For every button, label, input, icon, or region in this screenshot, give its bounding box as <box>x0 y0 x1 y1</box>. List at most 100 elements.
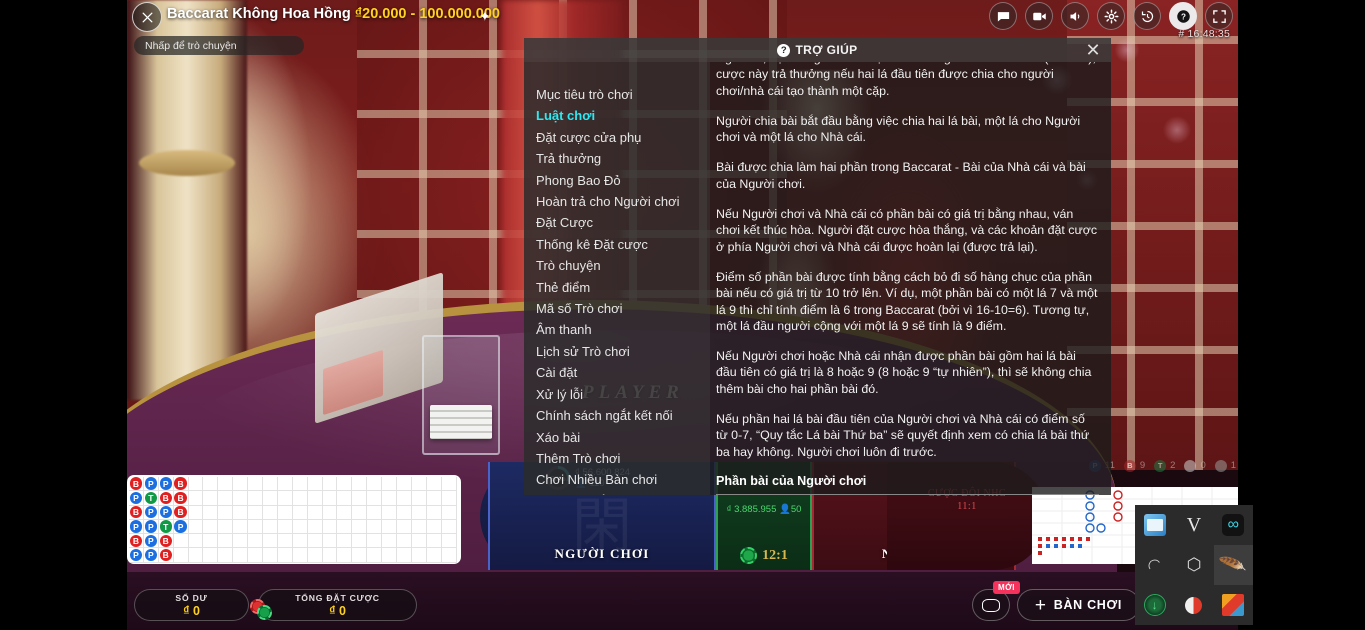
bead-cell <box>263 477 278 492</box>
bead-cell: P <box>158 477 174 492</box>
wifi-icon: ◜◝ <box>1145 554 1165 576</box>
bead-cell <box>218 477 234 492</box>
total-bet-value: ₫ 0 <box>329 603 346 618</box>
total-bet-caption: TỔNG ĐẶT CƯỢC <box>295 592 380 603</box>
bead-cell <box>426 519 442 535</box>
bead-cell: P <box>143 534 159 549</box>
widget-wifi[interactable]: ◜◝ <box>1135 545 1174 585</box>
help-nav-chinh-sach-ngat-ket-noi[interactable]: Chính sách ngắt kết nối <box>532 405 710 426</box>
stat-banker: B 9 <box>1123 459 1145 472</box>
widget-ccleaner[interactable] <box>1174 585 1213 625</box>
help-nav-cac-phim-tat[interactable]: Các phím tắt <box>532 491 710 495</box>
bead-cell <box>411 477 427 492</box>
tie-bet-info: ₫ 3.885.955 👤50 <box>726 504 802 515</box>
help-nav-phong-bao-do[interactable]: Phong Bao Đỏ <box>532 170 710 191</box>
widget-mail[interactable] <box>1135 505 1174 545</box>
chat-input[interactable]: Nhấp để trò chuyện <box>134 36 304 55</box>
bead-cell <box>277 505 293 520</box>
history-icon[interactable] <box>1133 2 1161 30</box>
bead-cell <box>322 505 338 520</box>
bead-T: T <box>159 520 172 533</box>
widget-hexagon[interactable]: ⬡ <box>1174 545 1213 585</box>
chat-icon[interactable] <box>989 2 1017 30</box>
tie-payout: 12:1 <box>718 547 810 564</box>
help-nav-the-diem[interactable]: Thẻ điểm <box>532 277 710 298</box>
help-nav-cai-dat[interactable]: Cài đặt <box>532 362 710 383</box>
bead-cell <box>218 491 234 506</box>
help-nav-lich-su-tro-choi[interactable]: Lịch sử Trò chơi <box>532 341 710 362</box>
help-nav-choi-nhieu-ban-choi[interactable]: Chơi Nhiều Bàn chơi <box>532 469 710 490</box>
bead-P: P <box>129 491 143 505</box>
help-nav-dat-cuoc-cua-phu[interactable]: Đặt cược cửa phụ <box>532 127 710 148</box>
bead-cell <box>382 505 398 520</box>
help-nav-luat-choi[interactable]: Luật chơi <box>532 105 710 126</box>
help-close-button[interactable]: ✕ <box>1083 40 1103 60</box>
bead-cell <box>277 477 293 492</box>
total-bet-display[interactable]: TỔNG ĐẶT CƯỢC ₫ 0 <box>258 589 417 621</box>
pin-icon[interactable]: ✦ <box>479 8 491 25</box>
bead-cell <box>337 505 353 520</box>
widget-download[interactable]: ↓ <box>1135 585 1174 625</box>
svg-text:?: ? <box>1181 12 1186 21</box>
bead-cell <box>233 519 249 535</box>
bead-P: P <box>129 548 143 562</box>
top-bar: Baccarat Không Hoa Hồng ₫20.000 - 100.000… <box>127 0 1238 55</box>
card-stack <box>430 405 492 439</box>
bead-cell <box>292 491 308 506</box>
help-nav-muc-tieu-tro-choi[interactable]: Mục tiêu trò chơi <box>532 84 710 105</box>
volume-icon[interactable] <box>1061 2 1089 30</box>
bead-cell <box>426 491 442 506</box>
screen-root: PLAYER Baccarat Không Hoa Hồng₫20.000 - … <box>0 0 1365 630</box>
help-paragraph: Bài được chia làm hai phần trong Baccara… <box>716 160 1086 191</box>
balance-caption: SỐ DƯ <box>175 592 208 603</box>
help-nav-xao-bai[interactable]: Xáo bài <box>532 427 710 448</box>
bead-cell <box>397 534 412 549</box>
bead-cell <box>352 477 368 492</box>
help-nav-them-tro-choi[interactable]: Thêm Trò chơi <box>532 448 710 469</box>
bead-cell <box>307 477 323 492</box>
help-nav-tro-chuyen[interactable]: Trò chuyện <box>532 255 710 276</box>
balance-value: ₫ 0 <box>183 603 200 618</box>
plus-icon: + <box>1034 594 1047 616</box>
add-table-button[interactable]: + BÀN CHƠI <box>1017 589 1140 621</box>
bead-cell <box>382 477 398 492</box>
help-navigation[interactable]: Mục tiêu trò chơi Luật chơi Đặt cược cửa… <box>524 62 710 495</box>
bead-cell <box>203 477 219 492</box>
bead-cell <box>277 491 293 506</box>
help-nav-hoan-tra-cho-nguoi-choi[interactable]: Hoàn trả cho Người chơi <box>532 191 710 212</box>
help-icon[interactable]: ? <box>1169 2 1197 30</box>
help-nav-am-thanh[interactable]: Âm thanh <box>532 319 710 340</box>
bead-cell <box>426 548 442 563</box>
bead-cell <box>203 534 219 549</box>
widget-apps[interactable] <box>1214 585 1253 625</box>
help-content[interactable]: Ngoài ra, bạn cũng có thể cược vào đôi n… <box>710 62 1111 495</box>
widget-infinity[interactable] <box>1214 505 1253 545</box>
bead-cell <box>426 534 442 549</box>
desktop-widget-panel[interactable]: V ◜◝ ⬡ 🪶 ↓ <box>1135 505 1253 625</box>
widget-v[interactable]: V <box>1174 505 1213 545</box>
video-icon[interactable] <box>1025 2 1053 30</box>
help-nav-tra-thuong[interactable]: Trả thưởng <box>532 148 710 169</box>
hexagon-chart-icon: ⬡ <box>1186 555 1202 574</box>
fullscreen-icon[interactable] <box>1205 2 1233 30</box>
bead-road[interactable]: BPPBPTBBBPPBPPTPBPBPPB <box>127 475 461 564</box>
gear-icon[interactable] <box>1097 2 1125 30</box>
help-nav-ma-so-tro-choi[interactable]: Mã số Trò chơi <box>532 298 710 319</box>
balance-display[interactable]: SỐ DƯ ₫ 0 <box>134 589 249 621</box>
help-nav-thong-ke-dat-cuoc[interactable]: Thống kê Đặt cược <box>532 234 710 255</box>
bead-road-grid: BPPBPTBBBPPBPPTPBPBPPB <box>129 477 459 563</box>
help-nav-xu-ly-loi[interactable]: Xử lý lỗi <box>532 384 710 405</box>
bead-cell <box>292 477 308 492</box>
feather-icon: 🪶 <box>1218 551 1249 580</box>
bead-cell <box>426 477 442 492</box>
widget-feather[interactable]: 🪶 <box>1213 545 1253 585</box>
close-game-button[interactable] <box>132 2 162 32</box>
bead-cell <box>233 534 249 549</box>
close-icon <box>142 12 152 22</box>
bead-cell <box>426 505 442 520</box>
help-nav-dat-cuoc[interactable]: Đặt Cược <box>532 212 710 233</box>
infinity-app-icon <box>1222 514 1245 536</box>
bead-cell: T <box>158 519 174 535</box>
bead-cell: B <box>129 534 144 549</box>
banker-pair-dot <box>1214 459 1227 472</box>
